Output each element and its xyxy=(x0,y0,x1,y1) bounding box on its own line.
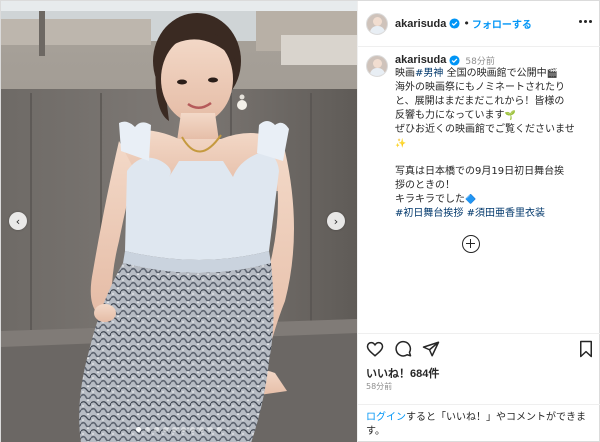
slide-dot xyxy=(136,427,141,432)
caption-avatar[interactable] xyxy=(366,55,388,77)
slide-dot xyxy=(163,427,168,432)
header-username[interactable]: akarisuda xyxy=(395,18,446,30)
bookmark-icon[interactable] xyxy=(578,340,594,358)
login-prompt: ログインすると「いいね！」やコメントができます。 xyxy=(358,404,600,439)
hashtag-link[interactable]: #須田亜香里衣装 xyxy=(467,208,545,219)
caption-line: 海外の映画祭にもノミネートされたり xyxy=(395,82,565,93)
caption-body: akarisuda 58分前 映画#男神 全国の映画館で公開中🎬 海外の映画祭に… xyxy=(395,53,591,221)
clapperboard-icon: 🎬 xyxy=(546,69,558,79)
photo-image xyxy=(1,1,357,442)
slide-indicator xyxy=(1,427,357,432)
caption-text-fragment: 全国の映画館で公開中 xyxy=(443,68,547,79)
caption-line: 写真は日本橋での9月19日初日舞台挨 xyxy=(395,166,565,177)
caption-username[interactable]: akarisuda xyxy=(395,54,446,66)
like-count[interactable]: いいね！684件 xyxy=(366,365,439,381)
previous-slide-button[interactable]: ‹ xyxy=(9,212,27,230)
paper-plane-icon[interactable] xyxy=(422,340,440,358)
slide-dot xyxy=(172,427,177,432)
action-area: いいね！684件 58分前 ログインすると「いいね！」やコメントができます。 xyxy=(358,333,600,442)
caption-line: #初日舞台挨拶 #須田亜香里衣装 xyxy=(395,207,591,221)
plus-circle-icon[interactable] xyxy=(462,235,480,253)
separator-dot: • xyxy=(463,17,470,30)
caption: akarisuda 58分前 映画#男神 全国の映画館で公開中🎬 海外の映画祭に… xyxy=(366,53,596,221)
avatar[interactable] xyxy=(366,12,388,35)
caption-timestamp[interactable]: 58分前 xyxy=(465,54,494,67)
post-header: akarisuda • フォローする xyxy=(358,1,600,47)
login-link[interactable]: ログイン xyxy=(366,412,406,423)
slide-dot xyxy=(145,427,150,432)
sparkles-icon: ✨ xyxy=(395,139,407,149)
chevron-right-icon: › xyxy=(333,214,339,228)
instagram-embed: ‹ › akarisuda • フォローする akarisuda 58分前 映画… xyxy=(0,0,600,442)
caption-text-fragment: 映画 xyxy=(395,68,415,79)
hashtag-link[interactable]: #男神 xyxy=(415,68,443,79)
post-photo[interactable]: ‹ › xyxy=(1,1,357,442)
action-bar xyxy=(366,340,594,360)
hashtag-link[interactable]: #初日舞台挨拶 xyxy=(395,208,463,219)
follow-button[interactable]: フォローする xyxy=(472,16,532,31)
caption-line: 映画#男神 全国の映画館で公開中🎬 xyxy=(395,67,591,81)
caption-line: キラキラでした🔷 xyxy=(395,193,591,207)
comment-icon[interactable] xyxy=(394,340,412,358)
caption-line: 拶のときの！ xyxy=(395,180,455,191)
caption-text-fragment: キラキラでした xyxy=(395,194,465,205)
caption-text: 映画#男神 全国の映画館で公開中🎬 海外の映画祭にもノミネートされたり と、展開… xyxy=(395,67,591,221)
caption-line: ✨ xyxy=(395,137,591,151)
caption-header: akarisuda 58分前 xyxy=(395,53,591,67)
caption-text-fragment: 反響も力になっています xyxy=(395,110,505,121)
blue-diamond-icon: 🔷 xyxy=(465,195,477,205)
slide-dot xyxy=(154,427,159,432)
slide-dot xyxy=(199,427,204,432)
slide-dot xyxy=(190,427,195,432)
heart-icon[interactable] xyxy=(366,340,384,358)
more-options-icon[interactable] xyxy=(579,20,592,23)
next-slide-button[interactable]: › xyxy=(327,212,345,230)
chevron-left-icon: ‹ xyxy=(15,214,21,228)
slide-dot xyxy=(217,427,222,432)
verified-badge-icon xyxy=(449,54,460,66)
slide-dot xyxy=(208,427,213,432)
post-timestamp[interactable]: 58分前 xyxy=(366,381,392,392)
post-panel: akarisuda • フォローする akarisuda 58分前 映画#男神 … xyxy=(357,1,600,442)
seedling-icon: 🌱 xyxy=(504,111,516,121)
verified-badge-icon xyxy=(449,18,460,29)
caption-line: ぜひお近くの映画館でご覧くださいませ xyxy=(395,124,575,135)
caption-line: 反響も力になっています🌱 xyxy=(395,109,591,123)
slide-dot xyxy=(181,427,186,432)
caption-line: と、展開はまだまだこれから！皆様の xyxy=(395,96,565,107)
